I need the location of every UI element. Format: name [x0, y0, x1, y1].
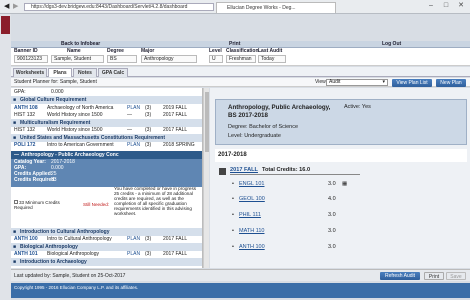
semester-total: Total Credits: 16.0	[261, 167, 311, 173]
check-icon: ■	[13, 97, 17, 103]
table-row: HIST 132 World History since 1500— (3) 2017…	[14, 112, 188, 118]
min-credits-label: 33 Minimum Credits Required	[14, 200, 60, 210]
table-row: POLI 172 Intro to American Government PLAN…	[14, 142, 195, 148]
maximize-icon[interactable]: □	[440, 2, 452, 11]
browser-tab[interactable]: Ellucian Degree Works - Deg...	[216, 2, 336, 13]
close-icon[interactable]: ✕	[455, 2, 467, 11]
audit-panel: GPA: 0.000 ■ Global Culture Requirement AN…	[11, 88, 203, 268]
course-link[interactable]: PHIL 111	[239, 211, 261, 220]
view-select[interactable]: Audit ▾	[326, 79, 388, 86]
new-plan-button[interactable]: New Plan	[436, 79, 466, 87]
course-link[interactable]: ENGL 101	[239, 180, 264, 189]
forward-icon[interactable]: ▶	[13, 3, 18, 10]
save-button[interactable]: Save	[446, 272, 466, 280]
degree-select[interactable]: BS	[107, 55, 137, 63]
plan-course-row: • PHIL 111 3.0	[232, 211, 336, 220]
university-logo-strip	[0, 14, 11, 300]
tab-notes[interactable]: Notes	[73, 68, 97, 77]
plan-degree: Degree: Bachelor of Science	[228, 124, 299, 130]
bullet-icon: •	[232, 228, 234, 234]
table-row: ANTH 100 Intro to Cultural Anthropology PL…	[14, 236, 188, 242]
tab-bar: Worksheets Plans Notes GPA Calc	[11, 67, 470, 77]
major-label: Major	[141, 48, 155, 54]
chevron-down-icon: ▾	[382, 79, 385, 85]
top-nav: Back to Infobear Print Log Out	[11, 41, 470, 48]
collapse-icon[interactable]: —	[14, 151, 19, 159]
classification-label: Classification	[226, 48, 259, 54]
copyright-footer: Copyright 1995 - 2016 Ellucian Company L…	[11, 283, 470, 298]
requirement-header: ■ Introduction to Archaeology	[11, 258, 202, 266]
note-icon[interactable]: ▦	[342, 180, 347, 189]
bullet-icon: •	[232, 181, 234, 187]
refresh-audit-button[interactable]: Refresh Audit	[380, 272, 420, 280]
last-audit-label: Last Audit	[258, 48, 283, 54]
plan-active: Active: Yes	[344, 104, 371, 110]
tab-plans[interactable]: Plans	[48, 68, 72, 77]
address-bar[interactable]: https://dgs3-dev.bridgew.edu:8443/Dashbo…	[24, 3, 214, 11]
back-to-infobear-link[interactable]: Back to Infobear	[61, 41, 100, 48]
plan-course-row: • MATH 110 3.0	[232, 227, 336, 236]
banner-id-field[interactable]: 900123123	[14, 55, 48, 63]
still-needed-note: You have completed or have in progress 2…	[114, 186, 197, 216]
degree-label: Degree	[107, 48, 124, 54]
course-link[interactable]: ANTH 100	[239, 243, 265, 252]
plan-course-row: • ANTH 100 3.0	[232, 243, 336, 252]
plan-summary-card: Anthropology, Public Archaeology, BS 201…	[215, 99, 467, 145]
major-field: Anthropology	[141, 55, 197, 63]
tab-worksheets[interactable]: Worksheets	[13, 68, 47, 77]
plan-title: Anthropology, Public Archaeology, BS 201…	[228, 104, 331, 119]
back-icon[interactable]: ◀	[4, 3, 9, 10]
plan-course-row: • GEOL 100 4.0	[232, 195, 336, 204]
course-link[interactable]: GEOL 100	[239, 195, 265, 204]
print-link[interactable]: Print	[229, 41, 240, 48]
check-icon: ■	[13, 259, 17, 265]
semester-link[interactable]: 2017 FALL	[230, 167, 258, 173]
table-row: ANTH 101 Biological Anthropology PLAN (3) 20…	[14, 251, 188, 257]
plan-year-header: 2017-2018	[215, 149, 467, 162]
view-plan-list-button[interactable]: View Plan List	[392, 79, 432, 87]
scrollbar-thumb[interactable]	[205, 92, 209, 152]
planner-label: Student Planner for: Sample, Student	[14, 79, 97, 85]
name-field[interactable]: Sample, Student	[51, 55, 104, 63]
name-label: Name	[67, 48, 81, 54]
browser-titlebar: ◀ ▶ https://dgs3-dev.bridgew.edu:8443/Da…	[0, 0, 470, 14]
bullet-icon: •	[232, 212, 234, 218]
audit-scrollbar[interactable]	[203, 88, 209, 268]
course-link[interactable]: MATH 110	[239, 227, 264, 236]
table-row: HIST 132 World History since 1500— (3) 2017…	[14, 127, 188, 133]
still-needed-label: Still Needed:	[83, 202, 110, 207]
gpa-row: GPA: 0.000	[14, 89, 64, 95]
plan-course-row: • ENGL 101 3.0 ▦	[232, 180, 348, 189]
university-crest-icon	[1, 16, 10, 34]
last-audit-field: Today	[258, 55, 286, 63]
semester-toggle-icon[interactable]	[219, 168, 226, 175]
checkbox[interactable]	[14, 200, 18, 204]
semester-header: 2017 FALL Total Credits: 16.0	[230, 166, 360, 175]
last-updated-label: Last updated by: Sample, Student on 25-O…	[14, 273, 126, 279]
banner-id-label: Banner ID	[14, 48, 38, 54]
bullet-icon: •	[232, 196, 234, 202]
bullet-icon: •	[232, 244, 234, 250]
print-button[interactable]: Print	[424, 272, 444, 280]
level-field: U	[209, 55, 223, 63]
block-stats: Catalog Year: 2017-2018 GPA: 0.000 Credits…	[11, 159, 202, 187]
block-header: — Anthropology - Public Archaeology Conc	[11, 151, 202, 159]
tab-gpa-calc[interactable]: GPA Calc	[98, 68, 128, 77]
classification-field: Freshman	[226, 55, 256, 63]
plan-level: Level: Undergraduate	[228, 133, 281, 139]
logout-link[interactable]: Log Out	[382, 41, 401, 48]
student-info-bar: Banner ID 900123123 Name Sample, Student…	[11, 48, 470, 66]
level-label: Level	[209, 48, 222, 54]
requirement-header: ■ Global Culture Requirement	[11, 96, 202, 104]
minimize-icon[interactable]: –	[425, 2, 437, 11]
